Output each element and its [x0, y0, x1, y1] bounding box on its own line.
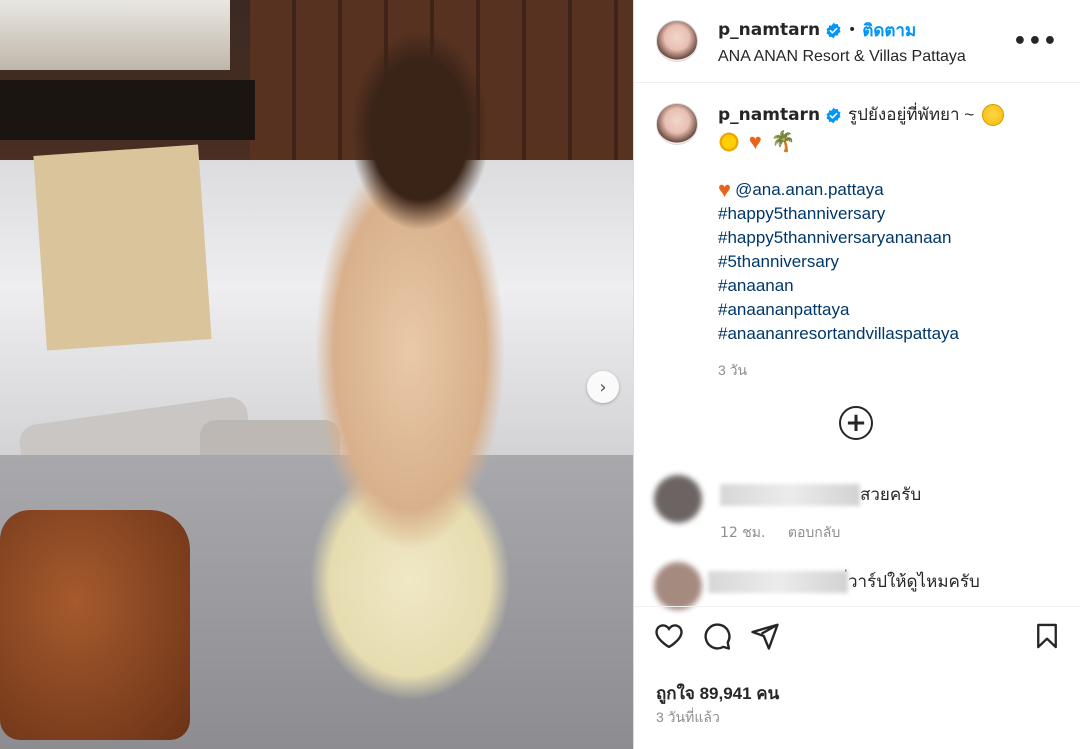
caption-username[interactable]: p_namtarn [718, 103, 820, 127]
orange-heart-emoji-icon: ♥ [748, 128, 762, 154]
comment-icon[interactable] [702, 621, 732, 651]
photo-counter [0, 80, 255, 140]
hashtag-link[interactable]: #happy5thanniversary [718, 202, 1008, 226]
avatar[interactable] [656, 103, 698, 145]
avatar[interactable] [654, 562, 702, 610]
orange-heart-emoji-icon: ♥ [718, 176, 732, 202]
caption-text: รูปยังอยู่ที่พัทยา ~ [848, 105, 975, 124]
photo-gift-bag [33, 144, 212, 351]
post-side-panel: p_namtarn • ติดตาม ANA ANAN Resort & Vil… [633, 0, 1080, 749]
follow-button[interactable]: ติดตาม [862, 17, 916, 44]
blurred-username [720, 483, 860, 506]
comment-time: 12 ชม. [720, 525, 766, 541]
mention-link[interactable]: @ana.anan.pattaya [735, 178, 884, 202]
location-link[interactable]: ANA ANAN Resort & Villas Pattaya [718, 48, 1005, 66]
laughing-emoji-icon [982, 104, 1005, 126]
share-icon[interactable] [750, 621, 780, 651]
action-bar [634, 606, 1080, 651]
likes-count[interactable]: ถูกใจ 89,941 คน [656, 680, 779, 707]
hashtag-link[interactable]: #happy5thanniversaryananaan [718, 226, 1008, 250]
chevron-right-icon: › [599, 376, 607, 398]
username-link[interactable]: p_namtarn [718, 20, 820, 40]
verified-badge-icon [826, 107, 841, 123]
plus-circle-icon[interactable]: + [839, 406, 873, 440]
comment-text: สวยครับ [860, 485, 922, 504]
palm-tree-emoji-icon: 🌴 [770, 130, 796, 153]
photo-handbag [0, 510, 190, 740]
carousel-next-button[interactable]: › [587, 371, 619, 403]
post-timestamp: 3 วันที่แล้ว [656, 709, 720, 725]
list-item: สวยครับ 12 ชม. ตอบกลับ [654, 475, 921, 544]
header-text: p_namtarn • ติดตาม ANA ANAN Resort & Vil… [718, 17, 1005, 66]
photo-person [300, 20, 530, 749]
caption-time: 3 วัน [718, 361, 748, 378]
sun-emoji-icon [718, 130, 740, 153]
comment-text: ่วาร์ปให้ดูไหมครับ [848, 572, 980, 591]
reply-button[interactable]: ตอบกลับ [788, 525, 840, 541]
more-options-icon[interactable]: ••• [1005, 29, 1066, 54]
list-item: ่วาร์ปให้ดูไหมครับ [654, 562, 980, 610]
bookmark-icon[interactable] [1033, 621, 1061, 651]
caption: p_namtarn รูปยังอยู่ที่พัทยา ~ ♥ 🌴 ♥ @an… [634, 83, 1080, 382]
post-photo[interactable]: › [0, 0, 633, 749]
blurred-username [708, 570, 848, 593]
hashtag-link[interactable]: #anaananresortandvillaspattaya [718, 322, 1008, 346]
caption-tags: ♥ @ana.anan.pattaya #happy5thanniversary… [718, 178, 1008, 346]
emoji-row: ♥ 🌴 [718, 129, 1008, 154]
verified-badge-icon [826, 22, 841, 38]
hashtag-link[interactable]: #anaanan [718, 274, 1008, 298]
hashtag-link[interactable]: #anaananpattaya [718, 298, 1008, 322]
post-header: p_namtarn • ติดตาม ANA ANAN Resort & Vil… [634, 0, 1080, 83]
avatar[interactable] [654, 475, 702, 523]
heart-icon[interactable] [654, 621, 684, 651]
avatar[interactable] [656, 20, 698, 62]
caption-body: p_namtarn รูปยังอยู่ที่พัทยา ~ ♥ 🌴 ♥ @an… [718, 103, 1008, 382]
hashtag-link[interactable]: #5thanniversary [718, 250, 1008, 274]
photo-window [0, 0, 230, 70]
separator-dot: • [848, 22, 857, 38]
